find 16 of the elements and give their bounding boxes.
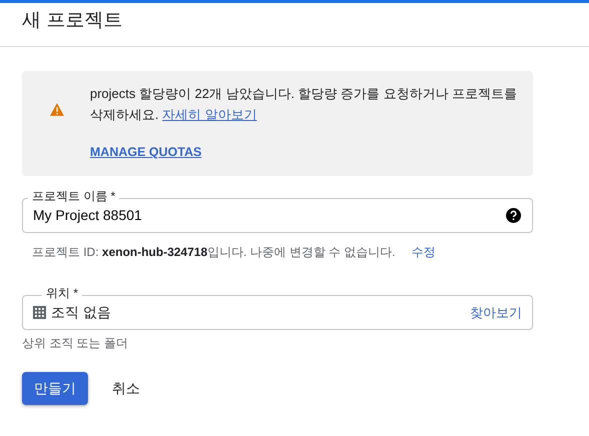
field-label: 위치 * — [42, 286, 82, 301]
building-icon — [33, 306, 46, 319]
alert-message: projects 할당량이 22개 남았습니다. 할당량 증가를 요청하거나 프로젝트를 삭제하세요. 자세히 알아보기 — [90, 85, 518, 124]
create-button[interactable]: 만들기 — [22, 372, 88, 405]
warning-icon — [50, 103, 64, 116]
browse-button[interactable]: 찾아보기 — [470, 302, 522, 322]
manage-quotas-link[interactable]: MANAGE QUOTAS — [90, 143, 202, 162]
edit-link[interactable]: 수정 — [411, 242, 436, 261]
page-title: 새 프로젝트 — [0, 3, 589, 47]
learn-more-link[interactable]: 자세히 알아보기 — [162, 107, 257, 122]
cancel-button[interactable]: 취소 — [100, 372, 152, 405]
field-label: 프로젝트 이름 * — [28, 188, 120, 204]
help-icon[interactable] — [506, 208, 521, 223]
location-hint: 상위 조직 또는 폴더 — [22, 336, 128, 350]
project-id-note: 프로젝트 ID: xenon-hub-324718입니다. 나중에 변경할 수 없습니다. — [32, 244, 396, 261]
location-value: 조직 없음 — [51, 302, 111, 322]
